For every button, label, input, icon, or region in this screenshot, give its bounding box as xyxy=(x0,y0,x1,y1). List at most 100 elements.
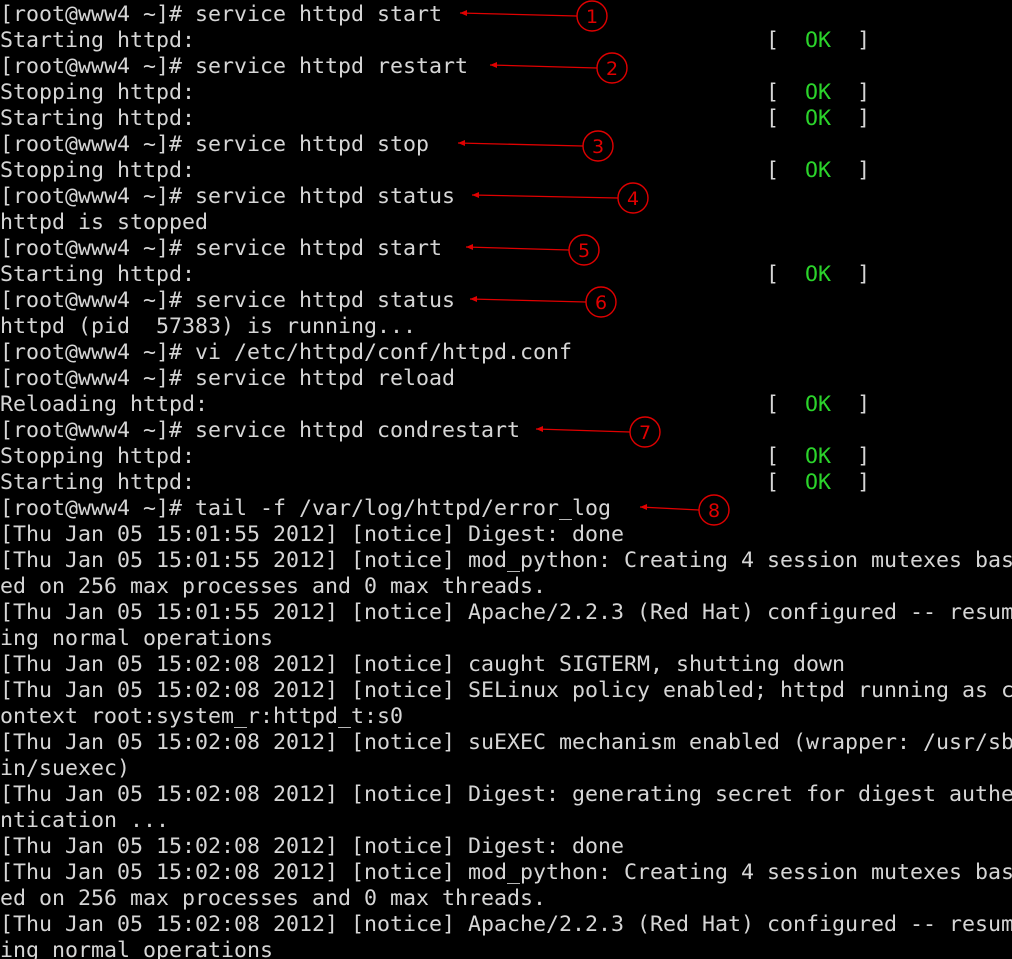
arrow-head-icon xyxy=(460,10,467,16)
ok-status: [ OK ] xyxy=(766,80,870,106)
terminal-line: [root@www4 ~]# service httpd status xyxy=(0,288,456,313)
bracket-close: ] xyxy=(857,106,871,131)
terminal-line: Stopping httpd: xyxy=(0,444,196,469)
arrow-head-icon xyxy=(536,426,543,432)
annotation-circle xyxy=(582,130,614,162)
ok-status: [ OK ] xyxy=(766,444,870,470)
annotation-arrow xyxy=(535,428,631,433)
bracket-open: [ xyxy=(766,158,780,183)
terminal-line: ed on 256 max processes and 0 max thread… xyxy=(0,886,547,911)
annotation-arrow xyxy=(471,194,619,199)
annotation-circle xyxy=(576,0,608,32)
terminal-line: [Thu Jan 05 15:02:08 2012] [notice] Apac… xyxy=(0,912,1012,937)
terminal-line: ing normal operations xyxy=(0,938,274,959)
arrow-head-icon xyxy=(490,62,497,68)
terminal-line: [Thu Jan 05 15:02:08 2012] [notice] SELi… xyxy=(0,678,1012,703)
annotation-arrow xyxy=(465,246,570,251)
ok-status: [ OK ] xyxy=(766,470,870,496)
terminal-line: [Thu Jan 05 15:01:55 2012] [notice] mod_… xyxy=(0,548,1012,573)
terminal-line: [Thu Jan 05 15:01:55 2012] [notice] Apac… xyxy=(0,600,1012,625)
bracket-close: ] xyxy=(857,80,871,105)
bracket-open: [ xyxy=(766,444,780,469)
terminal-line: Starting httpd: xyxy=(0,262,196,287)
bracket-open: [ xyxy=(766,28,780,53)
terminal-line: Starting httpd: xyxy=(0,106,196,131)
annotation-number: 2 xyxy=(606,58,618,80)
terminal-line: [root@www4 ~]# service httpd start xyxy=(0,236,443,261)
terminal-line: httpd is stopped xyxy=(0,210,209,235)
terminal-line: [root@www4 ~]# service httpd stop xyxy=(0,132,430,157)
terminal-line: httpd (pid 57383) is running... xyxy=(0,314,417,339)
terminal-line: [root@www4 ~]# vi /etc/httpd/conf/httpd.… xyxy=(0,340,573,365)
annotation-arrow xyxy=(469,298,587,303)
ok-text: OK xyxy=(805,444,832,469)
annotation-arrow xyxy=(457,142,584,147)
annotation-number: 5 xyxy=(578,240,590,262)
bracket-open: [ xyxy=(766,262,780,287)
annotation-circle xyxy=(585,286,617,318)
bracket-close: ] xyxy=(857,444,871,469)
ok-text: OK xyxy=(805,28,832,53)
bracket-open: [ xyxy=(766,80,780,105)
arrow-head-icon xyxy=(466,244,473,250)
terminal-line: [Thu Jan 05 15:02:08 2012] [notice] suEX… xyxy=(0,730,1012,755)
bracket-open: [ xyxy=(766,106,780,131)
terminal-line: ntication ... xyxy=(0,808,170,833)
ok-text: OK xyxy=(805,80,832,105)
bracket-close: ] xyxy=(857,158,871,183)
annotation-number: 7 xyxy=(639,422,651,444)
ok-status: [ OK ] xyxy=(766,158,870,184)
annotation-circle xyxy=(698,494,730,526)
arrow-head-icon xyxy=(472,192,479,198)
ok-status: [ OK ] xyxy=(766,392,870,418)
bracket-close: ] xyxy=(857,262,871,287)
terminal-line: Stopping httpd: xyxy=(0,158,196,183)
ok-text: OK xyxy=(805,262,832,287)
terminal-line: [root@www4 ~]# service httpd restart xyxy=(0,54,469,79)
bracket-open: [ xyxy=(766,392,780,417)
annotation-circle xyxy=(596,52,628,84)
annotation-arrow xyxy=(459,12,578,17)
arrow-head-icon xyxy=(640,504,647,510)
terminal-line: [root@www4 ~]# service httpd start xyxy=(0,2,443,27)
annotation-number: 6 xyxy=(595,292,607,314)
terminal-line: Reloading httpd: xyxy=(0,392,209,417)
annotation-arrow xyxy=(639,506,700,511)
terminal-line: Starting httpd: xyxy=(0,28,196,53)
ok-status: [ OK ] xyxy=(766,262,870,288)
terminal-line: Starting httpd: xyxy=(0,470,196,495)
ok-status: [ OK ] xyxy=(766,106,870,132)
terminal-window[interactable]: [root@www4 ~]# service httpd start Starti… xyxy=(0,0,1012,959)
annotation-circle xyxy=(629,416,661,448)
terminal-line: ontext root:system_r:httpd_t:s0 xyxy=(0,704,404,729)
annotation-number: 1 xyxy=(586,6,598,28)
ok-text: OK xyxy=(805,392,832,417)
terminal-line: [Thu Jan 05 15:02:08 2012] [notice] mod_… xyxy=(0,860,1012,885)
annotation-arrow xyxy=(489,64,598,69)
bracket-close: ] xyxy=(857,470,871,495)
ok-text: OK xyxy=(805,470,832,495)
annotation-circle xyxy=(617,182,649,214)
terminal-line: [root@www4 ~]# service httpd reload xyxy=(0,366,456,391)
terminal-line: [root@www4 ~]# service httpd status xyxy=(0,184,456,209)
terminal-line: [root@www4 ~]# tail -f /var/log/httpd/er… xyxy=(0,496,612,521)
terminal-line: [root@www4 ~]# service httpd condrestart xyxy=(0,418,521,443)
terminal-line: ing normal operations xyxy=(0,626,274,651)
arrow-head-icon xyxy=(470,296,477,302)
terminal-line: in/suexec) xyxy=(0,756,131,781)
ok-status: [ OK ] xyxy=(766,28,870,54)
arrow-head-icon xyxy=(458,140,465,146)
terminal-line: ed on 256 max processes and 0 max thread… xyxy=(0,574,547,599)
bracket-open: [ xyxy=(766,470,780,495)
annotation-number: 8 xyxy=(708,500,720,522)
bracket-close: ] xyxy=(857,392,871,417)
terminal-line: [Thu Jan 05 15:01:55 2012] [notice] Dige… xyxy=(0,522,625,547)
annotation-circle xyxy=(568,234,600,266)
terminal-line: [Thu Jan 05 15:02:08 2012] [notice] caug… xyxy=(0,652,846,677)
ok-text: OK xyxy=(805,158,832,183)
annotation-number: 4 xyxy=(627,188,639,210)
terminal-line: Stopping httpd: xyxy=(0,80,196,105)
bracket-close: ] xyxy=(857,28,871,53)
terminal-line: [Thu Jan 05 15:02:08 2012] [notice] Dige… xyxy=(0,834,625,859)
terminal-line: [Thu Jan 05 15:02:08 2012] [notice] Dige… xyxy=(0,782,1012,807)
